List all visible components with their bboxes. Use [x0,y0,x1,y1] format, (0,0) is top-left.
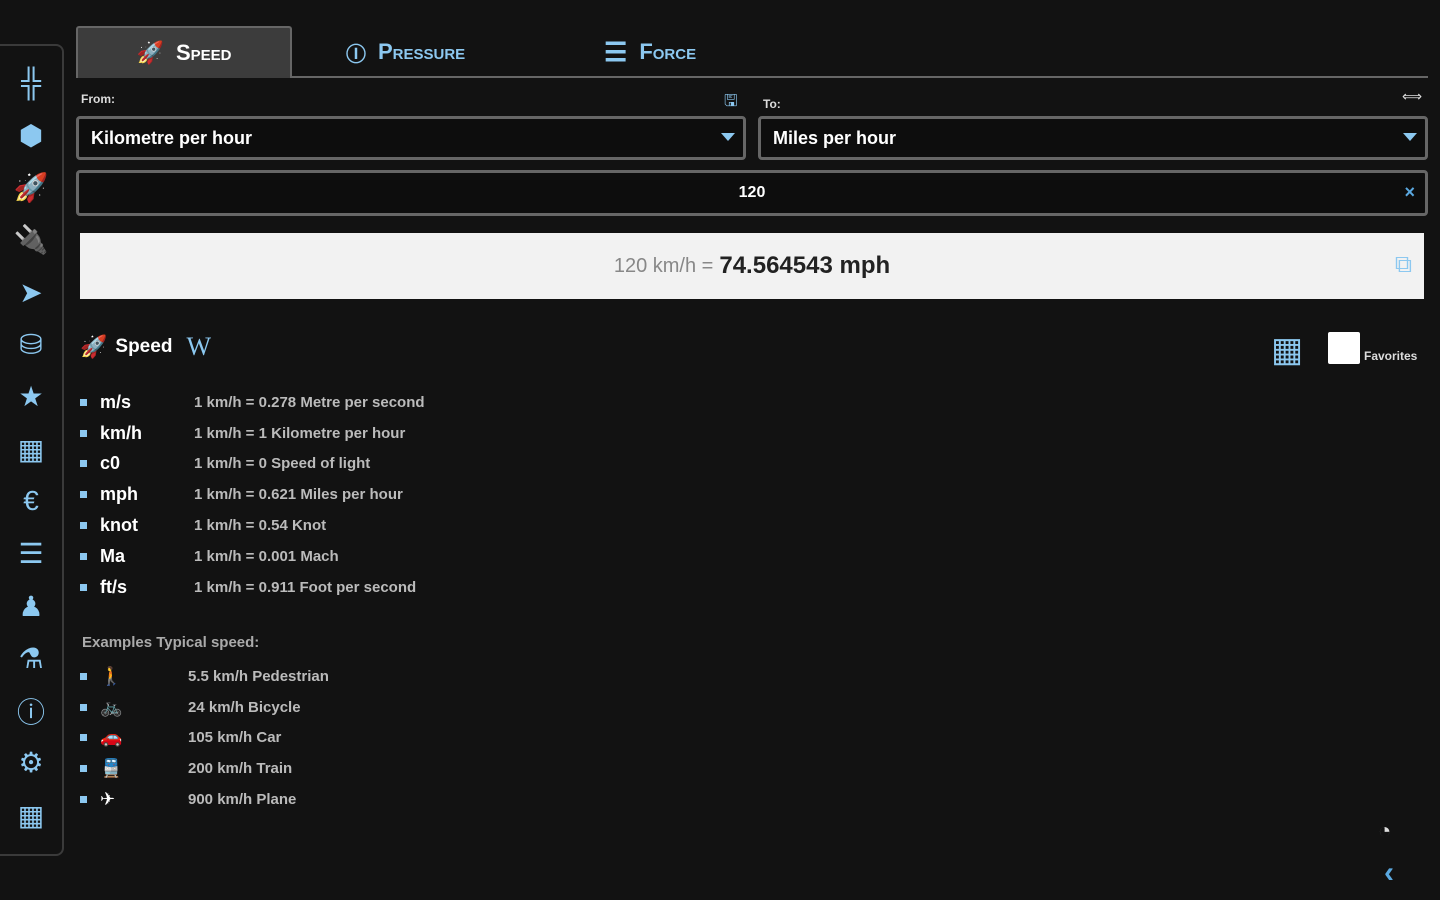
list-item: m/s 1 km/h = 0.278 Metre per second [80,387,425,418]
list-item: ft/s 1 km/h = 0.911 Foot per second [80,572,425,603]
example-icon: ✈ [100,789,116,810]
unit-description: 1 km/h = 1 Kilometre per hour [194,424,406,442]
unit-list: m/s 1 km/h = 0.278 Metre per second km/h 1 … [80,387,425,603]
example-description: 900 km/h Plane [188,791,297,809]
unit-description: 1 km/h = 0.911 Foot per second [194,578,417,596]
favorites-icon[interactable]: ★ [12,378,50,416]
rocket-icon: 🚀 [80,334,108,359]
list-item: 🚗 105 km/h Car [80,723,329,754]
list-item: ✈ 900 km/h Plane [80,784,329,815]
settings-icon[interactable]: ⚙ [12,744,50,782]
save-icon[interactable]: 🖫 [724,90,738,117]
example-description: 200 km/h Train [188,760,293,778]
from-value: Kilometre per hour [91,127,253,148]
list-item: 🚶 5.5 km/h Pedestrian [80,661,329,692]
swap-icon[interactable]: ⟺ [1402,88,1422,105]
section-title: Speed [115,336,173,357]
calculator-icon[interactable]: ▦ [12,430,50,468]
unit-description: 1 km/h = 0.54 Knot [194,517,327,535]
chevron-down-icon [721,133,735,141]
chevron-down-icon [1403,133,1417,141]
list-item: 🚆 200 km/h Train [80,753,329,784]
from-label: From: [81,92,115,106]
volume-icon[interactable]: ⬢ [12,116,50,154]
tab-bar: 🚀 Speed ⓘ Pressure ☰ Force [76,26,1428,78]
example-icon: 🚗 [100,727,123,748]
favorites-label: Favorites [1364,349,1418,363]
example-description: 105 km/h Car [188,729,282,747]
stack-icon: ☰ [604,36,628,67]
power-icon[interactable]: 🔌 [12,221,50,259]
unit-symbol: km/h [100,422,143,443]
sidebar: ╬ ⬢ 🚀 🔌 ➤ ⛁ ★ ▦ € ☰ ♟ ⚗ ⓘ ⚙ ▦ [0,44,64,856]
unit-symbol: mph [100,484,138,505]
calculator-icon[interactable]: ▦ [1271,330,1303,370]
example-description: 5.5 km/h Pedestrian [188,667,329,685]
copy-icon[interactable]: ⧉ [1395,251,1412,279]
list-icon[interactable]: ☰ [12,535,50,573]
favorites-checkbox[interactable] [1328,332,1360,364]
example-description: 24 km/h Bicycle [188,698,301,716]
length-icon[interactable]: ╬ [12,64,50,102]
result-value: 74.564543 mph [719,252,891,279]
clear-icon[interactable]: × [1404,182,1415,203]
list-item: 🚲 24 km/h Bicycle [80,692,329,723]
speed-icon[interactable]: 🚀 [12,169,50,207]
list-item: knot 1 km/h = 0.54 Knot [80,510,425,541]
chemistry-icon[interactable]: ⚗ [12,639,50,677]
example-icon: 🚆 [100,758,123,779]
to-unit-select[interactable]: Miles per hour [758,116,1428,160]
value-input[interactable]: 120 × [76,170,1428,216]
list-item: mph 1 km/h = 0.621 Miles per hour [80,479,425,510]
to-value: Miles per hour [773,127,897,148]
tab-speed[interactable]: 🚀 Speed [76,26,292,78]
gauge-icon: ⓘ [346,36,366,67]
grid-icon[interactable]: ▦ [12,796,50,834]
navigation-icon[interactable]: ➤ [12,273,50,311]
unit-description: 1 km/h = 0.278 Metre per second [194,393,425,411]
unit-symbol: knot [100,515,138,536]
storage-icon[interactable]: ⛁ [12,326,50,364]
info-icon[interactable]: ⓘ [12,692,50,730]
to-label: To: [763,97,781,111]
example-list: 🚶 5.5 km/h Pedestrian 🚲 24 km/h Bicycle 🚗 105… [80,661,329,815]
section-header: 🚀 Speed W [80,332,211,362]
person-icon[interactable]: ♟ [12,587,50,625]
speedometer-icon[interactable]: ◔ [1378,818,1391,844]
list-item: km/h 1 km/h = 1 Kilometre per hour [80,418,425,449]
tab-label: Pressure [378,39,466,64]
value-text: 120 [738,184,766,201]
currency-icon[interactable]: € [12,482,50,520]
tab-pressure[interactable]: ⓘ Pressure [346,26,465,78]
list-item: c0 1 km/h = 0 Speed of light [80,449,425,480]
tab-label: Speed [175,40,232,65]
unit-description: 1 km/h = 0.621 Miles per hour [194,486,403,504]
unit-symbol: ft/s [100,576,127,597]
unit-description: 1 km/h = 0.001 Mach [194,547,339,565]
tab-label: Force [639,39,697,64]
tab-force[interactable]: ☰ Force [604,26,696,78]
list-item: Ma 1 km/h = 0.001 Mach [80,541,425,572]
example-icon: 🚲 [100,696,123,717]
unit-symbol: c0 [100,453,121,474]
unit-description: 1 km/h = 0 Speed of light [194,455,371,473]
example-icon: 🚶 [100,665,123,686]
unit-symbol: Ma [100,545,126,566]
result-display: 120 km/h = 74.564543 mph ⧉ [80,233,1424,299]
unit-symbol: m/s [100,391,132,412]
from-unit-select[interactable]: Kilometre per hour [76,116,746,160]
wikipedia-link[interactable]: W [186,332,211,362]
examples-heading: Examples Typical speed: [82,634,260,651]
result-lhs: 120 km/h = [613,254,714,277]
rocket-icon: 🚀 [136,40,164,65]
chevron-left-icon[interactable]: ‹ [1384,856,1394,890]
